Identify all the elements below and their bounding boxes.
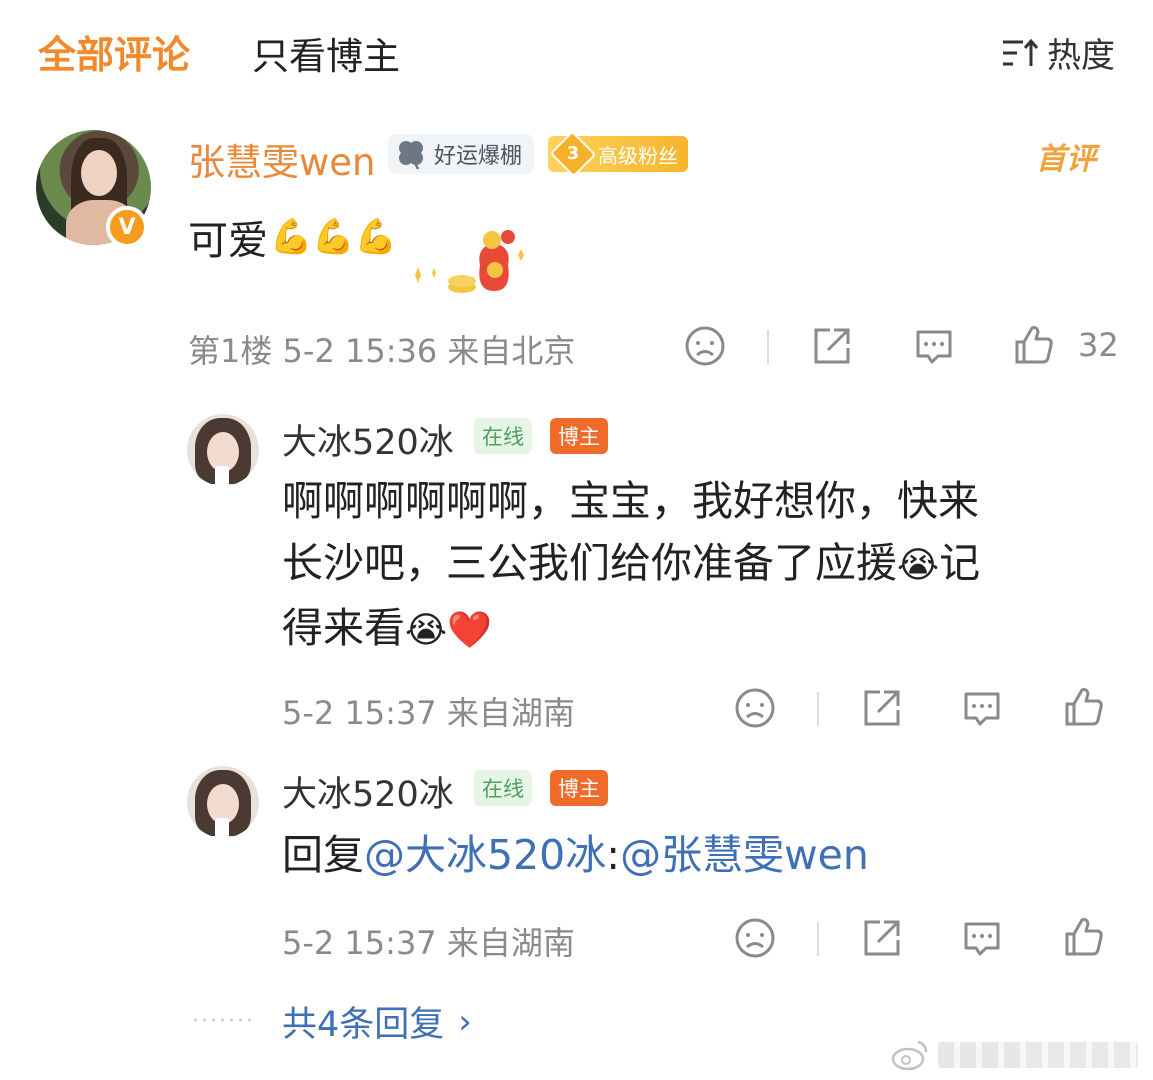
blogger-tag: 博主: [550, 770, 608, 806]
comment-icon[interactable]: [912, 324, 956, 368]
divider: [817, 922, 819, 956]
luck-badge[interactable]: 好运爆棚: [388, 134, 535, 174]
avatar[interactable]: [187, 414, 259, 486]
share-icon[interactable]: [810, 324, 854, 368]
comment-icon[interactable]: [960, 686, 1004, 730]
fan-badge-label: 高级粉丝: [598, 143, 678, 168]
dots-divider: ·······: [192, 1009, 255, 1034]
reply-meta: 5-2 15:37 来自湖南: [282, 924, 575, 962]
more-replies-label: 共4条回复: [282, 1005, 445, 1045]
heart-emoji: ❤️: [447, 610, 492, 651]
dislike-face-icon[interactable]: [733, 916, 777, 960]
mention-link[interactable]: @张慧雯wen: [620, 831, 869, 879]
mention-link[interactable]: @大冰520冰: [364, 831, 606, 879]
divider: [767, 330, 769, 364]
comment-meta: 第1楼 5-2 15:36 来自北京: [188, 332, 576, 370]
comment-author[interactable]: 张慧雯wen: [188, 132, 375, 186]
chevron-right-icon: ›: [458, 1001, 472, 1042]
watermark-handle: [938, 1042, 1138, 1068]
comment-tabs: 全部评论 只看博主 热度: [0, 0, 1153, 100]
reply-author[interactable]: 大冰520冰: [282, 414, 454, 465]
verified-badge: V: [106, 206, 148, 248]
comment-text: 可爱 💪💪💪: [188, 217, 398, 264]
reply-author[interactable]: 大冰520冰: [282, 766, 454, 817]
flexed-biceps-emoji: 💪💪💪: [270, 217, 398, 257]
fan-level-icon: 3: [549, 130, 597, 178]
first-comment-badge: 首评: [1036, 142, 1096, 177]
fan-level-badge[interactable]: 3 高级粉丝: [548, 130, 688, 178]
comment-icon[interactable]: [960, 916, 1004, 960]
share-icon[interactable]: [860, 686, 904, 730]
online-tag: 在线: [474, 418, 532, 454]
dislike-face-icon[interactable]: [683, 324, 727, 368]
dislike-face-icon[interactable]: [733, 686, 777, 730]
tab-all-comments[interactable]: 全部评论: [38, 24, 190, 79]
crying-laughing-emoji: 😭: [897, 545, 940, 586]
tab-blogger-only[interactable]: 只看博主: [252, 26, 400, 80]
view-more-replies[interactable]: ······· 共4条回复 ›: [192, 996, 472, 1047]
like-icon[interactable]: [1012, 322, 1056, 366]
sort-button[interactable]: 热度: [1001, 28, 1115, 77]
like-count: 32: [1078, 326, 1119, 364]
blogger-tag: 博主: [550, 418, 608, 454]
like-icon[interactable]: [1062, 914, 1106, 958]
luck-badge-label: 好运爆棚: [434, 144, 523, 169]
reply-text: 回复@大冰520冰:@张慧雯wen: [282, 831, 869, 879]
share-icon[interactable]: [860, 916, 904, 960]
weibo-logo-icon: [891, 1040, 928, 1071]
avatar[interactable]: [187, 766, 259, 838]
sort-icon: [1003, 38, 1039, 66]
like-icon[interactable]: [1062, 684, 1106, 728]
lucky-bag-sticker-icon: [415, 230, 524, 293]
divider: [817, 692, 819, 726]
sort-label: 热度: [1047, 36, 1115, 76]
reply-meta: 5-2 15:37 来自湖南: [282, 694, 575, 732]
weibo-watermark: [890, 1035, 1145, 1075]
crying-laughing-emoji: 😭: [405, 610, 448, 651]
clover-icon: [399, 141, 423, 170]
online-tag: 在线: [474, 770, 532, 806]
reply-text: 啊啊啊啊啊啊，宝宝，我好想你，快来 长沙吧，三公我们给你准备了应援😭记 得来看😭…: [282, 477, 981, 652]
